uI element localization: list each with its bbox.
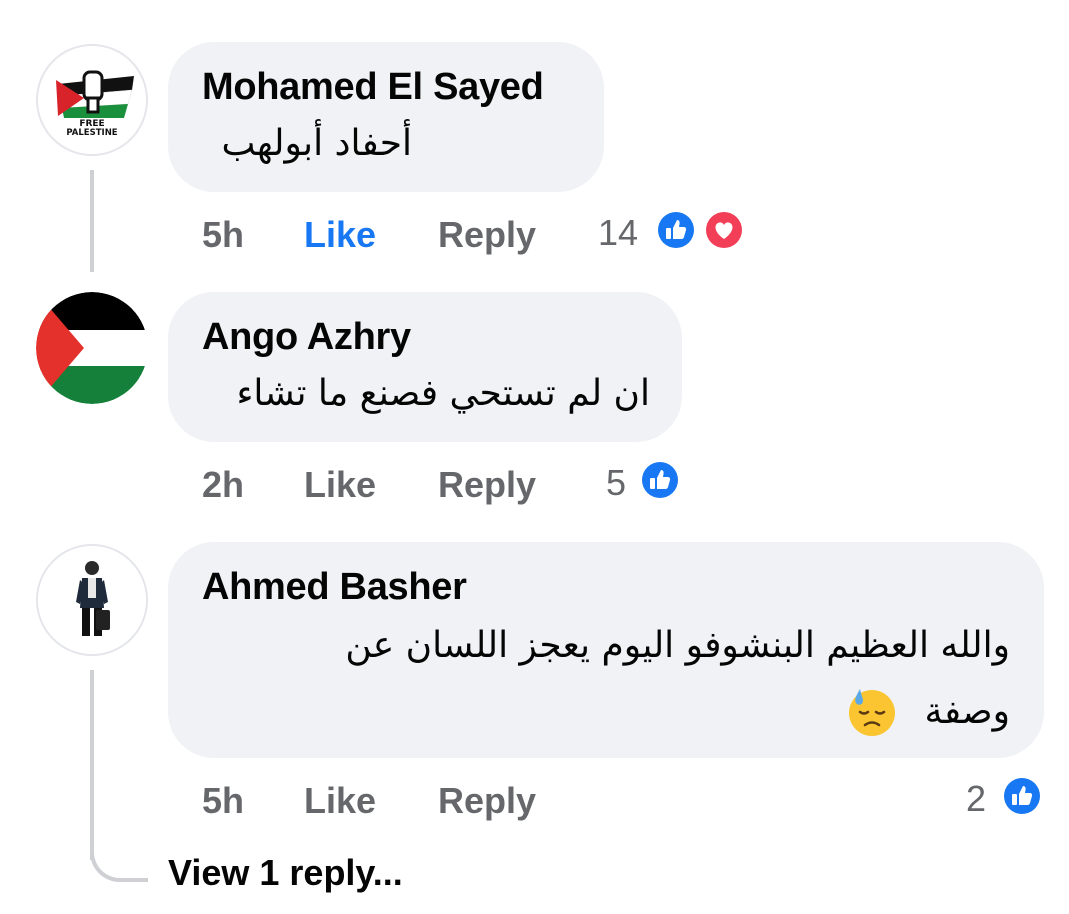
like-reaction-icon[interactable] bbox=[654, 208, 698, 252]
reply-button[interactable]: Reply bbox=[438, 214, 536, 256]
person-photo-avatar bbox=[38, 546, 146, 654]
comment-author-name[interactable]: Ango Azhry bbox=[202, 316, 411, 359]
love-reaction-icon[interactable] bbox=[702, 208, 746, 252]
thread-line-curve bbox=[90, 820, 148, 882]
free-palestine-logo: FREE PALESTINE bbox=[38, 46, 146, 154]
palestine-flag-avatar bbox=[36, 292, 148, 404]
reaction-count[interactable]: 2 bbox=[966, 778, 986, 820]
like-button[interactable]: Like bbox=[304, 464, 376, 506]
avatar-logo-text-palestine: PALESTINE bbox=[66, 128, 117, 138]
reaction-count[interactable]: 14 bbox=[598, 212, 638, 254]
comment-author-name[interactable]: Mohamed El Sayed bbox=[202, 66, 544, 109]
comment-text-line-2: وصفة bbox=[924, 691, 1010, 732]
like-reaction-icon[interactable] bbox=[1000, 774, 1044, 818]
reaction-count[interactable]: 5 bbox=[606, 462, 626, 504]
comment-text: أحفاد أبولهب bbox=[221, 123, 412, 164]
view-replies-link[interactable]: View 1 reply... bbox=[168, 852, 403, 894]
avatar-ango-azhry[interactable] bbox=[36, 292, 148, 404]
reply-button[interactable]: Reply bbox=[438, 780, 536, 822]
downcast-sweat-face-emoji bbox=[849, 689, 895, 736]
like-reaction-icon[interactable] bbox=[638, 458, 682, 502]
like-button[interactable]: Like bbox=[304, 780, 376, 822]
comment-text: ان لم تستحي فصنع ما تشاء bbox=[236, 373, 650, 414]
avatar-ahmed-basher[interactable] bbox=[36, 544, 148, 656]
comment-text-line-1: والله العظيم البنشوفو اليوم يعجز اللسان … bbox=[345, 625, 1010, 666]
comment-time[interactable]: 2h bbox=[202, 464, 244, 506]
thread-line-1 bbox=[90, 170, 94, 272]
reply-button[interactable]: Reply bbox=[438, 464, 536, 506]
comment-time[interactable]: 5h bbox=[202, 780, 244, 822]
comment-author-name[interactable]: Ahmed Basher bbox=[202, 566, 467, 609]
avatar-mohamed-el-sayed[interactable]: FREE PALESTINE bbox=[36, 44, 148, 156]
comment-time[interactable]: 5h bbox=[202, 214, 244, 256]
like-button[interactable]: Like bbox=[304, 214, 376, 256]
